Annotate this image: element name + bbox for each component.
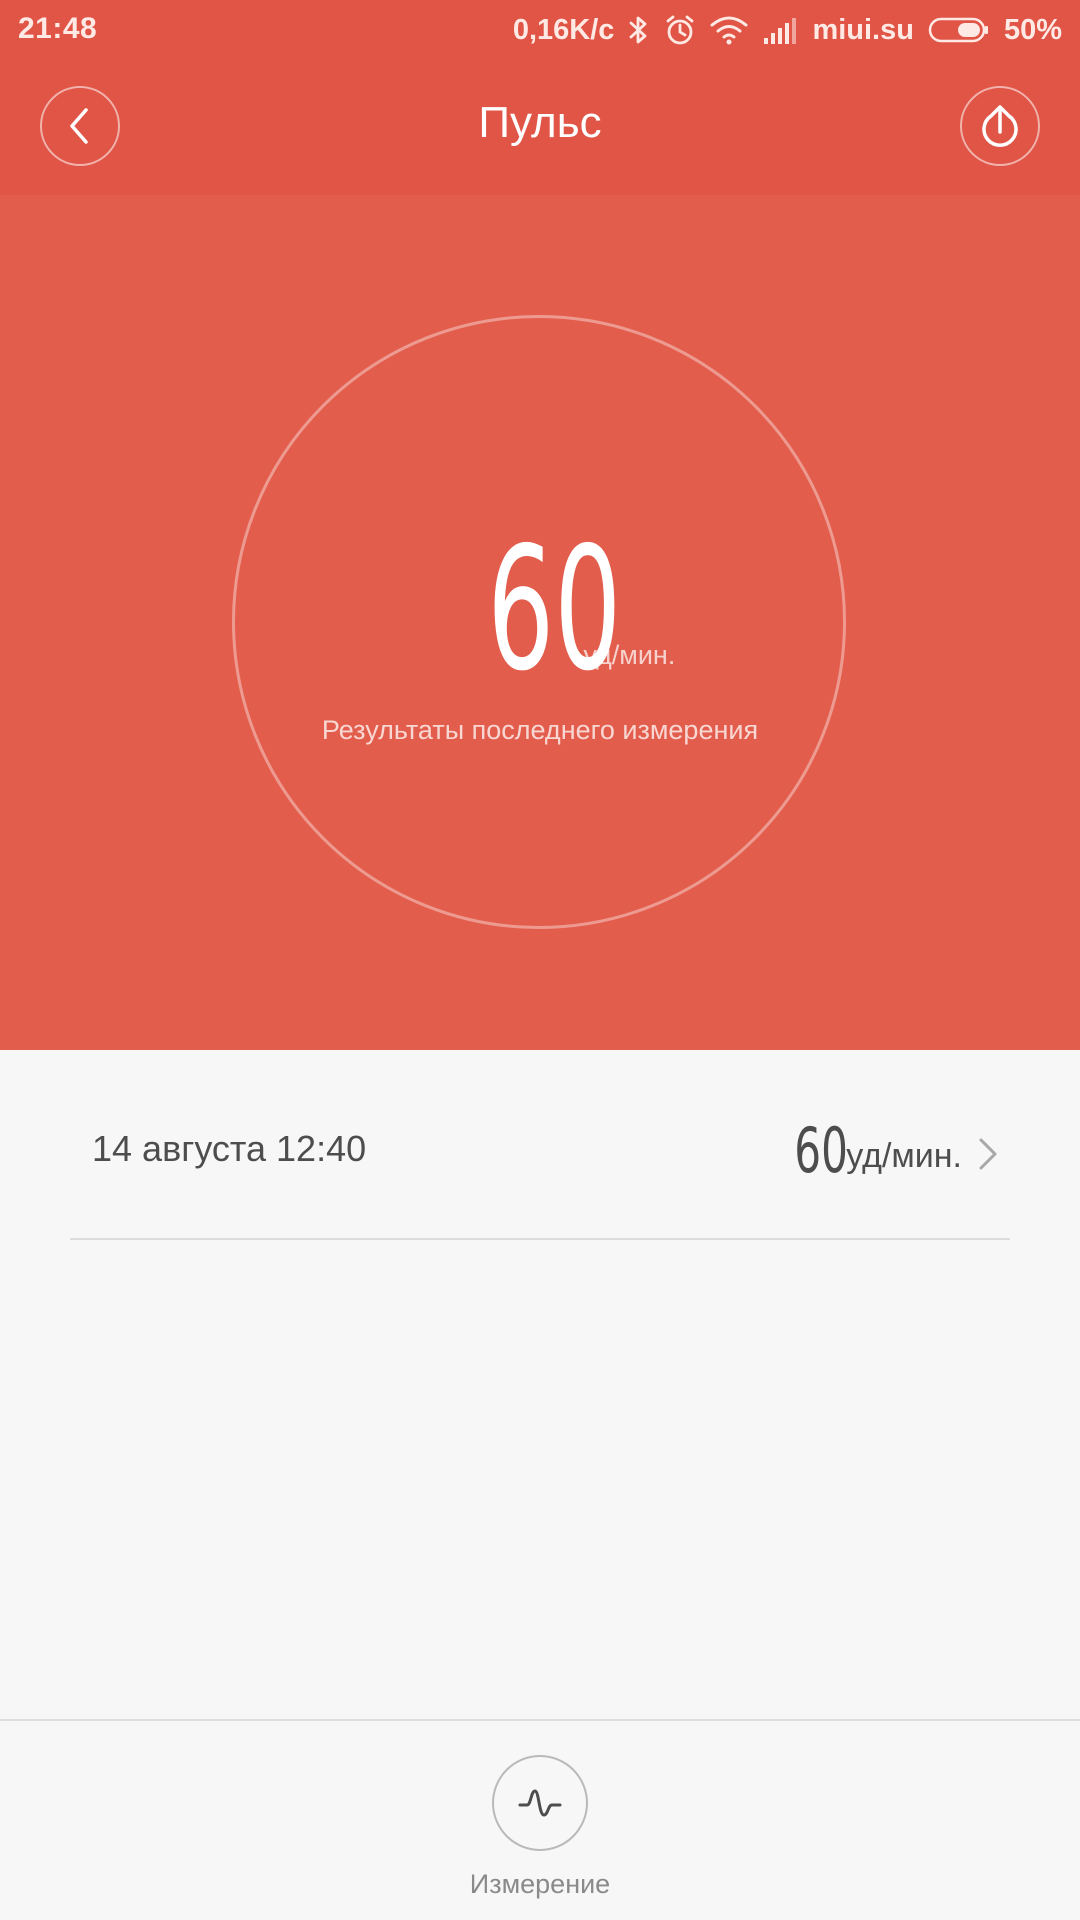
share-button[interactable] — [960, 86, 1040, 166]
hero-value-group: 60 уд/мин. — [0, 525, 1080, 695]
header: 21:48 0,16K/c miui.su 50% Пульс — [0, 0, 1080, 195]
bluetooth-icon — [628, 14, 650, 46]
measure-button[interactable] — [492, 1755, 588, 1851]
status-bar: 21:48 0,16K/c miui.su 50% — [0, 0, 1080, 62]
bottom-bar: Измерение — [0, 1719, 1080, 1920]
status-time: 21:48 — [18, 12, 98, 45]
hero-panel: 60 уд/мин. Результаты последнего измерен… — [0, 195, 1080, 1050]
upload-icon — [976, 102, 1024, 150]
wifi-icon — [710, 15, 748, 45]
signal-icon — [762, 16, 798, 44]
alarm-icon — [664, 14, 696, 46]
pulse-wave-icon — [517, 1785, 563, 1821]
carrier-label: miui.su — [812, 13, 914, 46]
chevron-right-icon — [976, 1134, 1000, 1174]
history-value-group: 60 уд/мин. — [769, 1112, 1000, 1182]
history-date: 14 августа 12:40 — [92, 1128, 367, 1169]
measure-label[interactable]: Измерение — [0, 1869, 1080, 1900]
battery-percent: 50% — [1003, 13, 1062, 46]
hero-pulse-value: 60 — [486, 511, 621, 709]
history-pulse-unit: уд/мин. — [846, 1137, 962, 1175]
page-title: Пульс — [478, 98, 602, 147]
history-row[interactable]: 14 августа 12:40 60 уд/мин. — [70, 1090, 1010, 1240]
hero-caption: Результаты последнего измерения — [321, 715, 759, 745]
status-right-group: 0,16K/c miui.su 50% — [513, 10, 1062, 50]
network-speed: 0,16K/c — [512, 13, 615, 46]
battery-icon — [928, 16, 990, 44]
history-pulse-value: 60 — [794, 1114, 849, 1187]
